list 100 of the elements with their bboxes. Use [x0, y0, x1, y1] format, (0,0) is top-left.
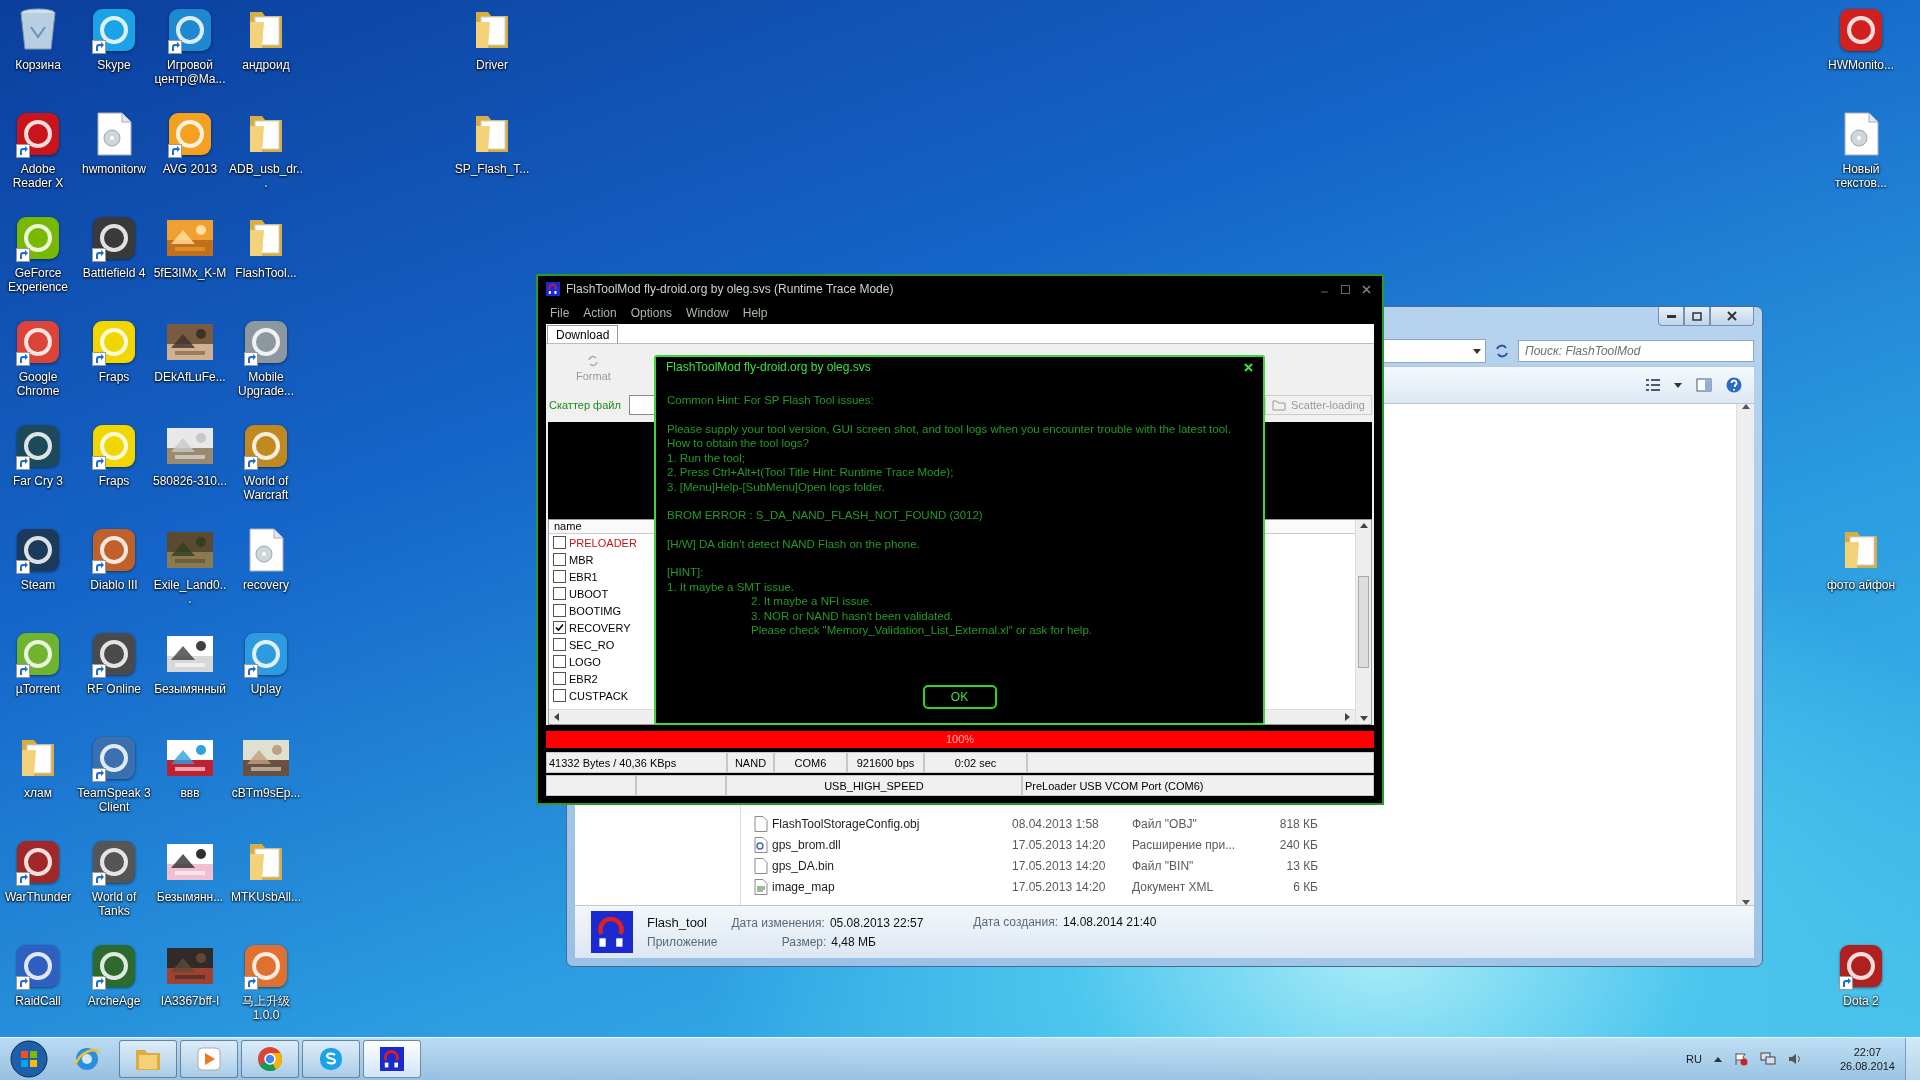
scatter-file-label: Скаттер файл — [549, 399, 621, 411]
checkbox[interactable] — [553, 621, 566, 634]
taskbar-button[interactable] — [363, 1040, 421, 1078]
scroll-up-icon[interactable] — [1359, 523, 1368, 528]
desktop-icon-label: фото айфон — [1825, 578, 1897, 592]
app-icon[interactable] — [17, 945, 59, 987]
network-icon[interactable] — [1759, 1052, 1776, 1066]
view-list-icon[interactable] — [1646, 379, 1660, 391]
app-icon[interactable] — [17, 841, 59, 883]
detail-value: 14.08.2014 21:40 — [1062, 915, 1157, 929]
folder-icon — [1272, 399, 1286, 411]
app-icon[interactable] — [17, 633, 59, 675]
search-field[interactable]: Поиск: FlashToolMod — [1518, 340, 1754, 362]
app-icon[interactable] — [93, 737, 135, 779]
scroll-right-icon[interactable] — [1345, 713, 1350, 721]
file-name: gps_brom.dll — [772, 837, 842, 852]
desktop-icon-label: Fraps — [97, 474, 131, 488]
recycle-bin-icon[interactable] — [18, 7, 58, 53]
file-row[interactable]: image_map 17.05.2013 14:20 Документ XML 6 КБ — [741, 876, 1736, 897]
file-icon — [754, 857, 768, 874]
clock-time[interactable]: 22:07 — [1853, 1046, 1882, 1058]
taskbar-button[interactable] — [180, 1040, 238, 1078]
scroll-left-icon[interactable] — [554, 713, 559, 721]
help-icon[interactable] — [1726, 377, 1742, 393]
file-row[interactable]: FlashToolStorageConfig.obj 08.04.2013 1:58 Файл "OBJ" 818 КБ — [741, 813, 1736, 834]
flash-tool-icon — [380, 1047, 404, 1071]
app-icon[interactable] — [93, 633, 135, 675]
app-icon[interactable] — [245, 425, 287, 467]
language-indicator[interactable]: RU — [1686, 1053, 1702, 1065]
dropdown-caret-icon[interactable] — [1473, 348, 1481, 354]
checkbox[interactable] — [553, 553, 566, 566]
checkbox[interactable] — [553, 672, 566, 685]
app-icon[interactable] — [17, 425, 59, 467]
minimize-button[interactable] — [1658, 307, 1684, 326]
maximize-button[interactable] — [1684, 307, 1710, 326]
menu-item[interactable]: Options — [630, 306, 673, 320]
app-icon[interactable] — [17, 529, 59, 571]
checkbox[interactable] — [553, 570, 566, 583]
maximize-button[interactable] — [1338, 284, 1353, 294]
close-button[interactable] — [1244, 362, 1253, 372]
ok-button[interactable]: OK — [922, 685, 997, 709]
app-icon[interactable] — [245, 633, 287, 675]
app-icon[interactable] — [1840, 945, 1882, 987]
desktop-icon-label: 马上升级 1.0.0 — [241, 994, 291, 1022]
checkbox[interactable] — [553, 638, 566, 651]
close-button[interactable] — [1359, 284, 1374, 294]
detail-value: 4,48 МБ — [831, 934, 877, 949]
desktop-icon-label: hwmonitorw — [81, 162, 147, 176]
app-icon[interactable] — [17, 113, 59, 155]
scroll-down-icon[interactable] — [1359, 716, 1368, 721]
app-icon[interactable] — [93, 321, 135, 363]
checkbox[interactable] — [553, 587, 566, 600]
desktop-icon-label: Battlefield 4 — [81, 266, 147, 280]
scroll-thumb[interactable] — [1358, 576, 1369, 668]
preview-pane-icon[interactable] — [1696, 378, 1712, 392]
app-icon[interactable] — [93, 217, 135, 259]
menu-item[interactable]: Action — [583, 306, 617, 320]
desktop-icon-label: ArcheAge — [86, 994, 142, 1008]
dropdown-caret-icon[interactable] — [1674, 382, 1682, 388]
detail-label: Дата создания: — [973, 915, 1058, 929]
menu-item[interactable]: Help — [742, 306, 768, 320]
app-icon[interactable] — [169, 113, 211, 155]
app-icon[interactable] — [93, 529, 135, 571]
document-icon[interactable] — [96, 112, 132, 156]
app-icon[interactable] — [1840, 9, 1882, 51]
file-row[interactable]: gps_DA.bin 17.05.2013 14:20 Файл "BIN" 13 КБ — [741, 855, 1736, 876]
app-icon[interactable] — [93, 9, 135, 51]
app-icon[interactable] — [17, 321, 59, 363]
flag-icon[interactable] — [1733, 1052, 1748, 1066]
desktop-icon-label: Exile_Land0... — [152, 578, 228, 606]
start-button[interactable] — [10, 1040, 48, 1078]
app-icon[interactable] — [93, 841, 135, 883]
volume-icon[interactable] — [1787, 1052, 1802, 1066]
checkbox[interactable] — [553, 536, 566, 549]
desktop-icon-label: Новый текстов... — [1834, 162, 1888, 190]
checkbox[interactable] — [553, 655, 566, 668]
file-row[interactable]: gps_brom.dll 17.05.2013 14:20 Расширение при... 240 КБ — [741, 834, 1736, 855]
clock-date[interactable]: 26.08.2014 — [1839, 1060, 1895, 1072]
app-icon[interactable] — [93, 945, 135, 987]
scrollbar[interactable] — [1355, 520, 1371, 724]
show-hidden-icons-icon[interactable] — [1713, 1056, 1722, 1062]
menu-item[interactable]: File — [550, 306, 570, 320]
document-icon[interactable] — [1843, 112, 1879, 156]
checkbox[interactable] — [553, 689, 566, 702]
app-icon[interactable] — [17, 217, 59, 259]
app-icon[interactable] — [169, 9, 211, 51]
desktop-icon-label: FlashTool... — [234, 266, 298, 280]
window-title: FlashToolMod fly-droid.org by oleg.svs (Runtime Trace Mode) — [566, 282, 895, 296]
app-icon[interactable] — [245, 321, 287, 363]
scrollbar[interactable] — [1736, 404, 1754, 905]
message-text: 2. Press Ctrl+Alt+t(Tool Title Hint: Runtime Trace Mode); — [667, 465, 955, 480]
file-date: 17.05.2013 14:20 — [1012, 858, 1107, 873]
document-icon[interactable] — [248, 528, 284, 572]
desktop-icon-label: Steam — [19, 578, 57, 592]
checkbox[interactable] — [553, 604, 566, 617]
close-button[interactable] — [1710, 307, 1754, 326]
app-icon[interactable] — [93, 425, 135, 467]
selected-file-name: Flash_tool — [647, 915, 708, 930]
tab[interactable]: Download — [547, 325, 619, 343]
menu-item[interactable]: Window — [686, 306, 729, 320]
